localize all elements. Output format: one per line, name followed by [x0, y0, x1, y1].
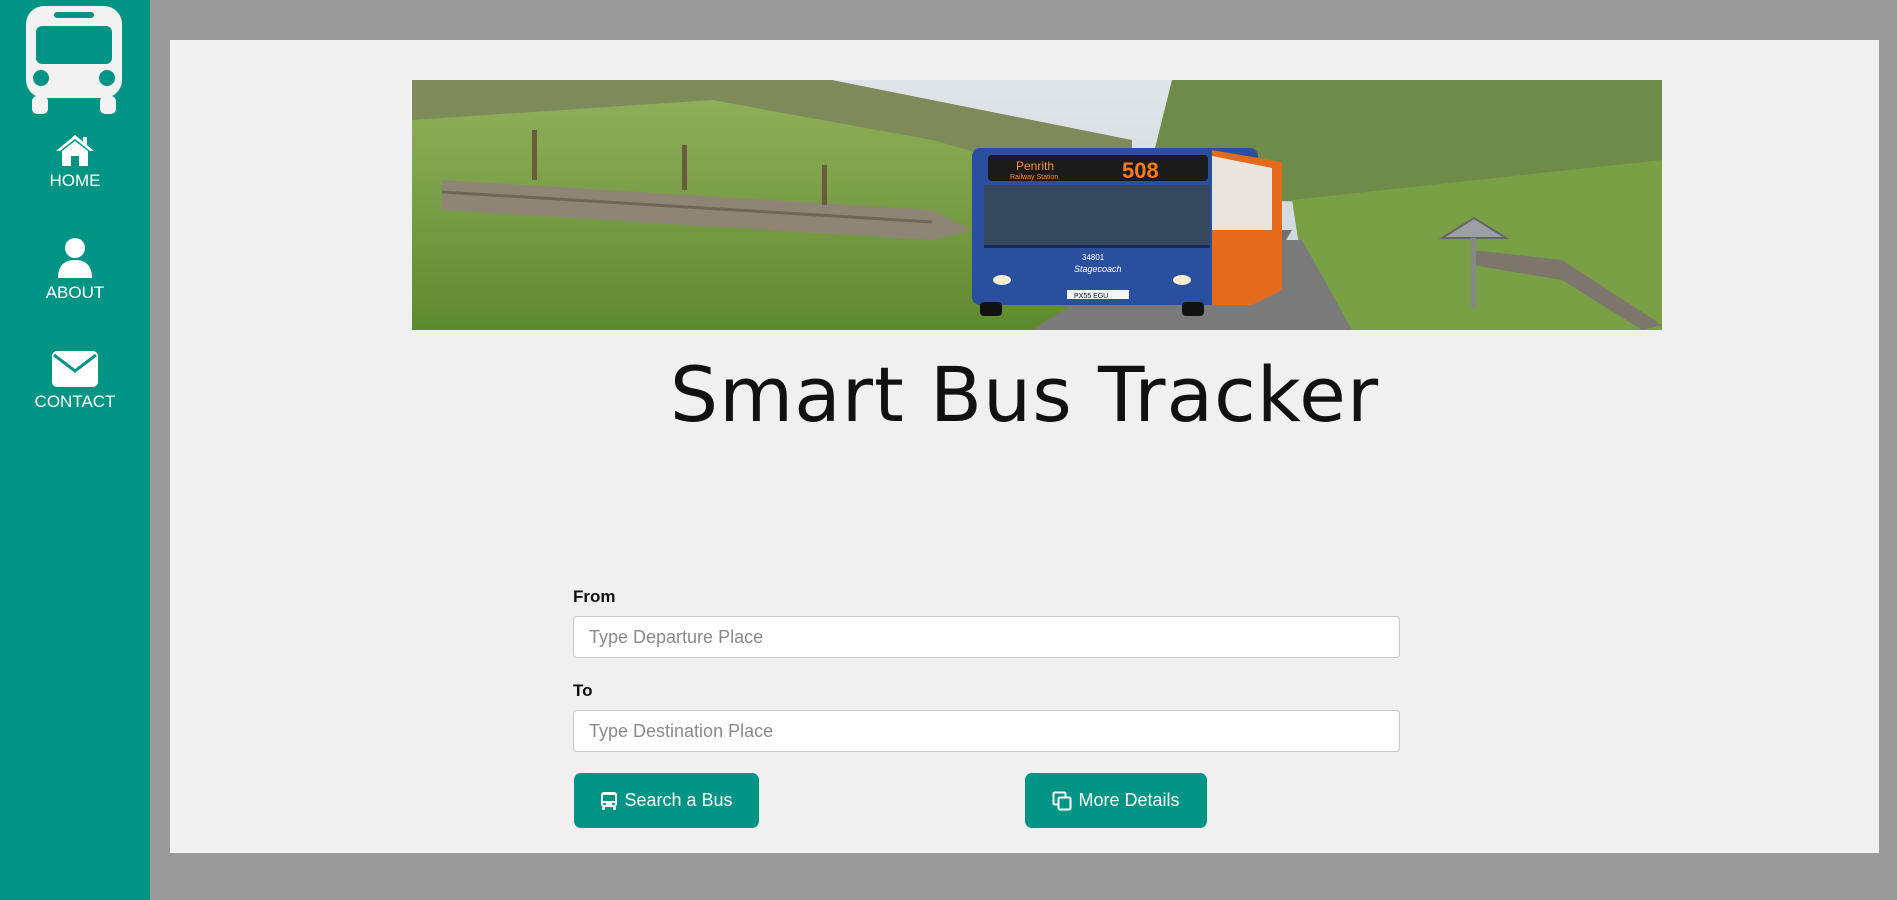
envelope-icon	[52, 351, 98, 387]
sidebar-item-contact[interactable]: CONTACT	[0, 350, 150, 412]
sidebar-item-label: HOME	[49, 171, 101, 190]
bus-icon	[601, 791, 618, 810]
to-input[interactable]	[573, 710, 1400, 752]
more-details-button[interactable]: More Details	[1025, 773, 1207, 828]
page-title: Smart Bus Tracker	[669, 350, 1380, 439]
fleet-number: 34801	[1082, 253, 1105, 262]
sidebar-item-label: CONTACT	[34, 392, 116, 411]
bus-icon	[26, 6, 122, 114]
sidebar: HOME ABOUT CONTACT	[0, 0, 150, 900]
sidebar-item-about[interactable]: ABOUT	[0, 237, 150, 303]
route-number: 508	[1122, 158, 1159, 183]
more-details-label: More Details	[1078, 790, 1180, 810]
bus-photo: Penrith Railway Station 508 34801 Stagec…	[412, 80, 1662, 330]
search-bus-label: Search a Bus	[624, 790, 733, 810]
main-panel: Penrith Railway Station 508 34801 Stagec…	[170, 40, 1879, 853]
copy-icon	[1052, 791, 1072, 810]
destination-subtext: Railway Station	[1010, 174, 1058, 181]
operator-name: Stagecoach	[1074, 264, 1122, 274]
destination-text: Penrith	[1016, 159, 1054, 173]
sidebar-item-home[interactable]: HOME	[0, 133, 150, 191]
from-label: From	[573, 587, 616, 606]
plate-number: PX55 EGU	[1074, 293, 1108, 300]
search-bus-button[interactable]: Search a Bus	[574, 773, 759, 828]
home-icon	[56, 135, 94, 166]
to-label: To	[573, 681, 593, 700]
sidebar-item-label: ABOUT	[45, 283, 105, 302]
user-icon	[58, 238, 92, 278]
banner-image: Penrith Railway Station 508 34801 Stagec…	[412, 80, 1662, 330]
from-input[interactable]	[573, 616, 1400, 658]
